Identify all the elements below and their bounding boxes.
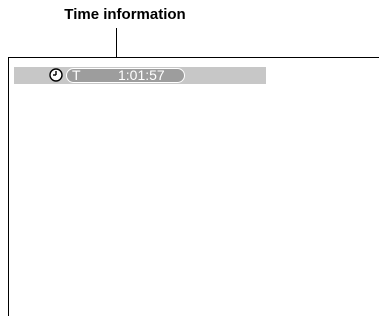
- screen-display: T 1:01:57: [8, 57, 379, 316]
- callout-label: Time information: [64, 6, 186, 23]
- time-mode-label: T: [72, 67, 81, 83]
- osd-time-bar: T 1:01:57: [14, 67, 266, 84]
- time-display: T 1:01:57: [66, 68, 185, 83]
- time-value: 1:01:57: [118, 67, 165, 83]
- clock-icon: [49, 68, 63, 82]
